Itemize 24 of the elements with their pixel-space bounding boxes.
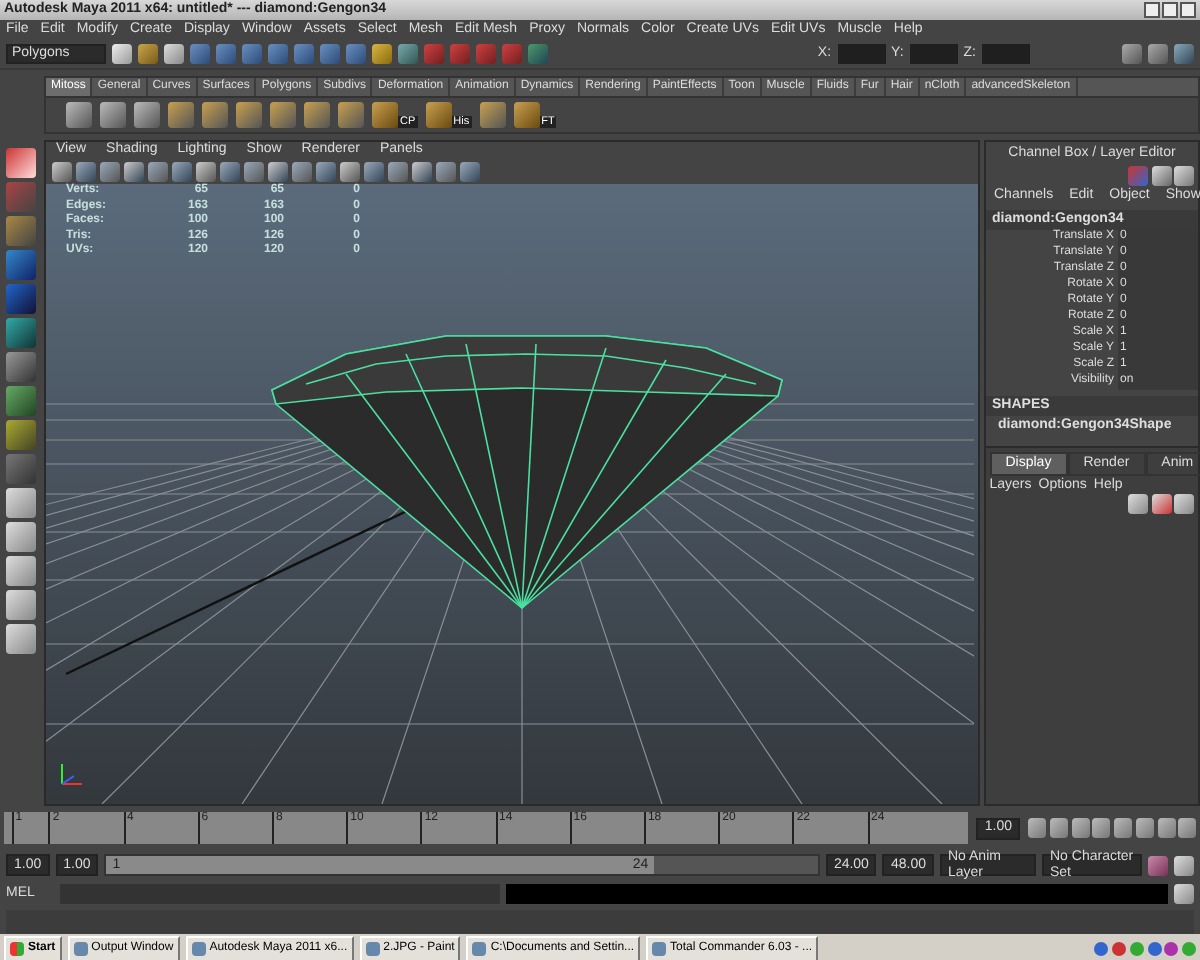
tool-icon[interactable] (5, 420, 35, 450)
tool-icon[interactable] (5, 352, 35, 382)
tool-icon[interactable] (66, 102, 92, 128)
diamond-mesh[interactable] (271, 335, 783, 610)
tool-icon[interactable] (5, 556, 35, 586)
tool-icon[interactable] (5, 216, 35, 246)
tool-icon[interactable] (100, 102, 126, 128)
tool-icon[interactable] (5, 284, 35, 314)
tool-icon[interactable] (5, 318, 35, 348)
coordinate-field[interactable] (909, 44, 958, 64)
tool-icon[interactable] (479, 102, 506, 128)
tool-icon[interactable] (372, 102, 398, 128)
tool-icon[interactable] (5, 624, 35, 654)
tool-icon[interactable] (513, 102, 540, 128)
tool-icon[interactable] (134, 102, 160, 128)
tool-icon[interactable] (5, 386, 35, 416)
coordinate-field[interactable] (837, 44, 886, 64)
tool-icon[interactable] (5, 590, 35, 620)
tool-icon[interactable] (5, 488, 35, 518)
tool-icon[interactable] (5, 250, 35, 280)
tool-icon[interactable] (425, 102, 452, 128)
axis-gizmo-icon (61, 763, 83, 785)
tool-icon[interactable] (5, 522, 35, 552)
coordinate-field[interactable] (982, 44, 1030, 64)
